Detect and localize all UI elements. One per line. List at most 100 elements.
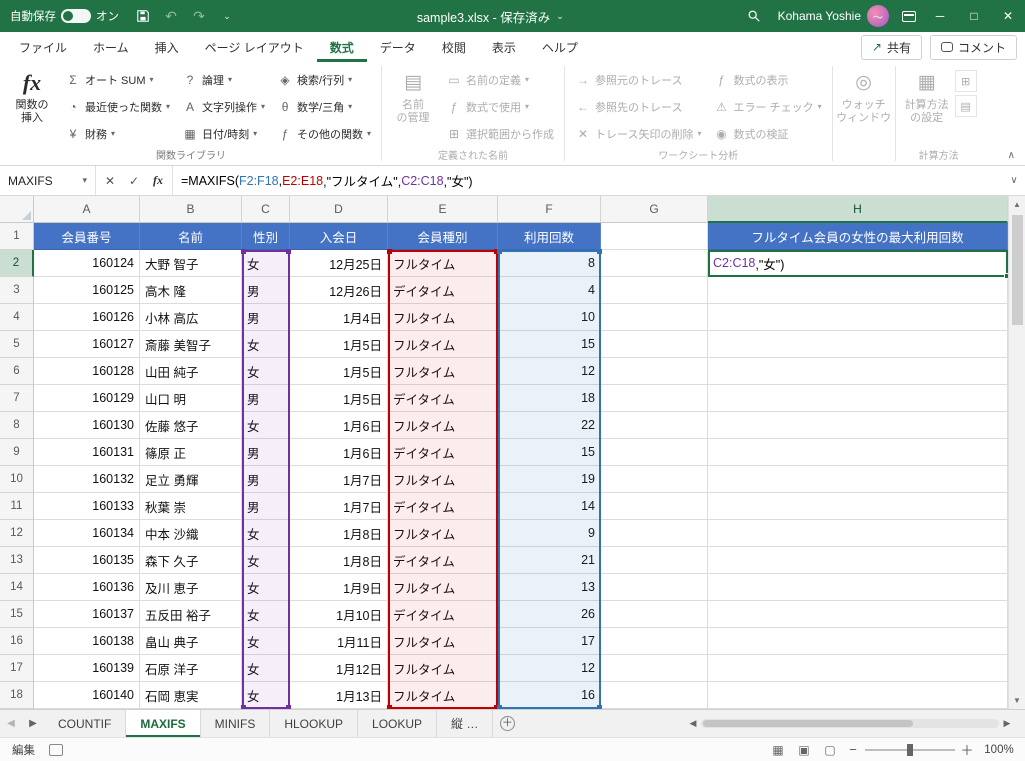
cell-F5[interactable]: 15	[498, 331, 601, 358]
tab-view[interactable]: 表示	[479, 32, 529, 62]
zoom-slider-thumb[interactable]	[907, 743, 913, 756]
cell-C8[interactable]: 女	[242, 412, 290, 439]
cell-E16[interactable]: フルタイム	[388, 628, 498, 655]
cell-B6[interactable]: 山田 純子	[140, 358, 242, 385]
cell-G5[interactable]	[601, 331, 708, 358]
cell-B10[interactable]: 足立 勇輝	[140, 466, 242, 493]
enter-button[interactable]: ✓	[122, 166, 146, 195]
cell-A16[interactable]: 160138	[34, 628, 140, 655]
cell-H6[interactable]	[708, 358, 1008, 385]
scroll-down-icon[interactable]: ▼	[1009, 692, 1025, 709]
tab-help[interactable]: ヘルプ	[529, 32, 591, 62]
cell-G18[interactable]	[601, 682, 708, 709]
trace-dependents-button[interactable]: ← 参照先のトレース	[570, 93, 706, 120]
cell-F1[interactable]: 利用回数	[498, 223, 601, 250]
row-header-1[interactable]: 1	[0, 223, 34, 250]
column-header-D[interactable]: D	[290, 196, 388, 223]
cell-A9[interactable]: 160131	[34, 439, 140, 466]
scroll-right-icon[interactable]: ▶	[999, 718, 1015, 729]
sheet-tab-MAXIFS[interactable]: MAXIFS	[126, 710, 201, 737]
cell-F16[interactable]: 17	[498, 628, 601, 655]
cell-C4[interactable]: 男	[242, 304, 290, 331]
cell-C16[interactable]: 女	[242, 628, 290, 655]
row-header-15[interactable]: 15	[0, 601, 34, 628]
user-avatar[interactable]: 〜	[867, 5, 889, 27]
cell-C12[interactable]: 女	[242, 520, 290, 547]
column-header-G[interactable]: G	[601, 196, 708, 223]
cell-F8[interactable]: 22	[498, 412, 601, 439]
zoom-out-button[interactable]: −	[843, 742, 863, 757]
evaluate-formula-button[interactable]: ◉ 数式の検証	[709, 120, 827, 147]
cell-C13[interactable]: 女	[242, 547, 290, 574]
cell-H2[interactable]: C2:C18 ,"女")	[708, 250, 1008, 277]
calculation-options-button[interactable]: ▦ 計算方法 の設定	[901, 64, 953, 148]
cell-F6[interactable]: 12	[498, 358, 601, 385]
maximize-button[interactable]: □	[957, 0, 991, 32]
cell-E15[interactable]: デイタイム	[388, 601, 498, 628]
row-header-4[interactable]: 4	[0, 304, 34, 331]
cell-D13[interactable]: 1月8日	[290, 547, 388, 574]
cell-E12[interactable]: フルタイム	[388, 520, 498, 547]
row-header-12[interactable]: 12	[0, 520, 34, 547]
cell-B17[interactable]: 石原 洋子	[140, 655, 242, 682]
cell-B15[interactable]: 五反田 裕子	[140, 601, 242, 628]
cell-C15[interactable]: 女	[242, 601, 290, 628]
cell-F4[interactable]: 10	[498, 304, 601, 331]
text-functions-button[interactable]: A 文字列操作 ▾	[177, 93, 270, 120]
cell-C14[interactable]: 女	[242, 574, 290, 601]
cell-G12[interactable]	[601, 520, 708, 547]
cell-H12[interactable]	[708, 520, 1008, 547]
cell-C11[interactable]: 男	[242, 493, 290, 520]
logical-button[interactable]: ? 論理 ▾	[177, 66, 270, 93]
date-time-button[interactable]: ▦ 日付/時刻 ▾	[177, 120, 270, 147]
cell-C5[interactable]: 女	[242, 331, 290, 358]
cell-B16[interactable]: 畠山 典子	[140, 628, 242, 655]
cell-H13[interactable]	[708, 547, 1008, 574]
cell-G16[interactable]	[601, 628, 708, 655]
row-header-7[interactable]: 7	[0, 385, 34, 412]
row-header-10[interactable]: 10	[0, 466, 34, 493]
create-from-selection-button[interactable]: ⊞ 選択範囲から作成	[441, 120, 559, 147]
sheet-tab-MINIFS[interactable]: MINIFS	[201, 710, 271, 737]
tab-file[interactable]: ファイル	[6, 32, 80, 62]
cell-F13[interactable]: 21	[498, 547, 601, 574]
cell-E8[interactable]: フルタイム	[388, 412, 498, 439]
show-formulas-button[interactable]: ƒ 数式の表示	[709, 66, 827, 93]
cell-B2[interactable]: 大野 智子	[140, 250, 242, 277]
financial-button[interactable]: ¥ 財務 ▾	[60, 120, 175, 147]
horizontal-scrollbar-thumb[interactable]	[703, 720, 913, 727]
cell-B12[interactable]: 中本 沙織	[140, 520, 242, 547]
cell-B13[interactable]: 森下 久子	[140, 547, 242, 574]
cell-G1[interactable]	[601, 223, 708, 250]
cell-G2[interactable]	[601, 250, 708, 277]
row-header-13[interactable]: 13	[0, 547, 34, 574]
zoom-in-button[interactable]: ＋	[957, 740, 977, 759]
cell-G3[interactable]	[601, 277, 708, 304]
name-manager-button[interactable]: ▤ 名前 の管理	[387, 64, 439, 148]
cell-C18[interactable]: 女	[242, 682, 290, 709]
tab-formulas[interactable]: 数式	[317, 32, 367, 62]
cell-H16[interactable]	[708, 628, 1008, 655]
cell-E11[interactable]: デイタイム	[388, 493, 498, 520]
tab-home[interactable]: ホーム	[80, 32, 142, 62]
cell-G4[interactable]	[601, 304, 708, 331]
scroll-up-icon[interactable]: ▲	[1009, 196, 1025, 213]
cell-D8[interactable]: 1月6日	[290, 412, 388, 439]
cell-C10[interactable]: 男	[242, 466, 290, 493]
calculate-sheet-button[interactable]: ▤	[954, 95, 977, 117]
cell-F7[interactable]: 18	[498, 385, 601, 412]
cell-B3[interactable]: 高木 隆	[140, 277, 242, 304]
row-header-8[interactable]: 8	[0, 412, 34, 439]
zoom-slider[interactable]	[865, 743, 955, 756]
cell-F10[interactable]: 19	[498, 466, 601, 493]
cell-A5[interactable]: 160127	[34, 331, 140, 358]
cell-A6[interactable]: 160128	[34, 358, 140, 385]
column-header-H[interactable]: H	[708, 196, 1008, 223]
cell-A13[interactable]: 160135	[34, 547, 140, 574]
cell-E2[interactable]: フルタイム	[388, 250, 498, 277]
document-title[interactable]: sample3.xlsx - 保存済み ⌄	[241, 7, 740, 26]
formula-input[interactable]: =MAXIFS(F2:F18, E2:E18 ,"フルタイム", C2:C18 ,"女"…	[173, 166, 1003, 195]
cell-F2[interactable]: 8	[498, 250, 601, 277]
cell-D7[interactable]: 1月5日	[290, 385, 388, 412]
row-header-16[interactable]: 16	[0, 628, 34, 655]
